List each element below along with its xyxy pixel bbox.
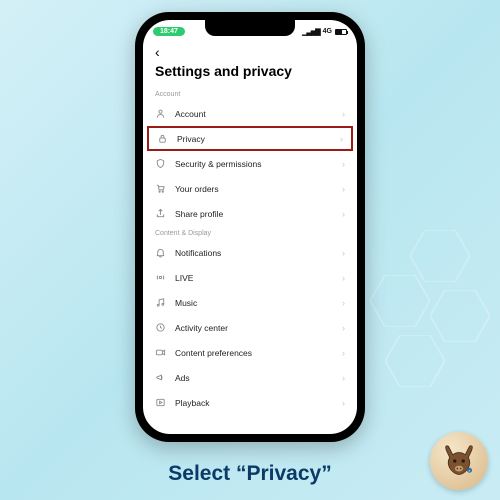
row-label: Share profile [175,209,342,219]
bull-logo: ✓ [430,432,488,490]
row-label: Ads [175,373,342,383]
cart-icon [155,183,166,194]
row-security[interactable]: Security & permissions › [143,151,357,176]
status-time: 18:47 [153,27,185,36]
row-live[interactable]: LIVE › [143,265,357,290]
shield-icon [155,158,166,169]
row-label: LIVE [175,273,342,283]
back-button[interactable]: ‹ [155,45,160,59]
phone-screen: 18:47 ▁▃▅▇ 4G ‹ Settings and privacy Acc… [143,20,357,434]
music-icon [155,297,166,308]
person-icon [155,108,166,119]
row-share-profile[interactable]: Share profile › [143,201,357,226]
chevron-right-icon: › [342,348,345,358]
lock-icon [157,133,168,144]
chevron-right-icon: › [342,209,345,219]
chevron-right-icon: › [342,159,345,169]
row-activity-center[interactable]: Activity center › [143,315,357,340]
bell-icon [155,247,166,258]
row-label: Music [175,298,342,308]
chevron-right-icon: › [342,248,345,258]
instruction-caption: Select “Privacy” [0,462,500,486]
megaphone-icon [155,372,166,383]
phone-frame: 18:47 ▁▃▅▇ 4G ‹ Settings and privacy Acc… [135,12,365,442]
row-label: Your orders [175,184,342,194]
row-music[interactable]: Music › [143,290,357,315]
row-label: Content preferences [175,348,342,358]
chevron-right-icon: › [342,109,345,119]
bg-hex [385,335,445,387]
row-privacy[interactable]: Privacy › [147,126,353,151]
page-header: ‹ Settings and privacy [143,40,357,87]
video-icon [155,347,166,358]
row-label: Playback [175,398,342,408]
page-title: Settings and privacy [155,63,345,79]
row-label: Privacy [177,134,340,144]
chevron-right-icon: › [342,184,345,194]
row-label: Security & permissions [175,159,342,169]
section-label-account: Account [143,87,357,101]
chevron-right-icon: › [342,273,345,283]
row-playback[interactable]: Playback › [143,390,357,415]
play-icon [155,397,166,408]
live-icon [155,272,166,283]
row-label: Activity center [175,323,342,333]
section-label-content: Content & Display [143,226,357,240]
row-ads[interactable]: Ads › [143,365,357,390]
row-content-preferences[interactable]: Content preferences › [143,340,357,365]
chevron-right-icon: › [342,373,345,383]
share-icon [155,208,166,219]
battery-icon [335,29,347,35]
bg-hex [370,275,430,327]
network-label: 4G [323,28,332,35]
row-label: Notifications [175,248,342,258]
svg-text:✓: ✓ [468,469,471,473]
row-account[interactable]: Account › [143,101,357,126]
row-orders[interactable]: Your orders › [143,176,357,201]
signal-icon: ▁▃▅▇ [302,28,320,36]
status-right: ▁▃▅▇ 4G [302,28,347,36]
row-notifications[interactable]: Notifications › [143,240,357,265]
phone-notch [205,20,295,36]
clock-icon [155,322,166,333]
chevron-right-icon: › [340,134,343,144]
chevron-right-icon: › [342,398,345,408]
chevron-right-icon: › [342,323,345,333]
row-label: Account [175,109,342,119]
chevron-right-icon: › [342,298,345,308]
